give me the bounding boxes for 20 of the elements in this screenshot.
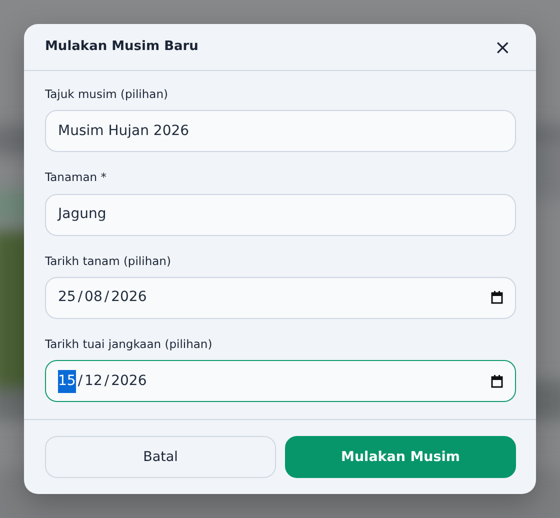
date-segment[interactable]: 12 [84,370,102,392]
field-label: Tajuk musim (pilihan) [45,86,169,103]
date-segment[interactable]: 08 [84,286,102,310]
field-label: Tarikh tanam (pilihan) [45,252,172,270]
start-button[interactable]: Mulakan Musim [285,436,516,478]
close-button[interactable]: × [490,37,515,57]
field-label: Tanaman * [45,169,108,186]
date-segment[interactable]: 25 [58,286,76,310]
cancel-button[interactable]: Batal [45,436,276,478]
dialog-title: Mulakan Musim Baru [45,39,198,55]
date-field[interactable]: 15/12/2026 [45,360,516,402]
input-field[interactable]: Musim Hujan 2026 [45,110,516,152]
date-segment[interactable]: 2026 [111,370,147,392]
input-field[interactable]: Jagung [45,194,516,236]
date-field[interactable]: 25/08/2026 [45,276,516,319]
field-label: Tarikh tuai jangkaan (pilihan) [45,336,214,353]
date-segment[interactable]: 15 [58,370,76,392]
calendar-icon[interactable] [491,291,503,304]
calendar-icon[interactable] [491,374,503,388]
date-segment[interactable]: 2026 [111,286,147,310]
